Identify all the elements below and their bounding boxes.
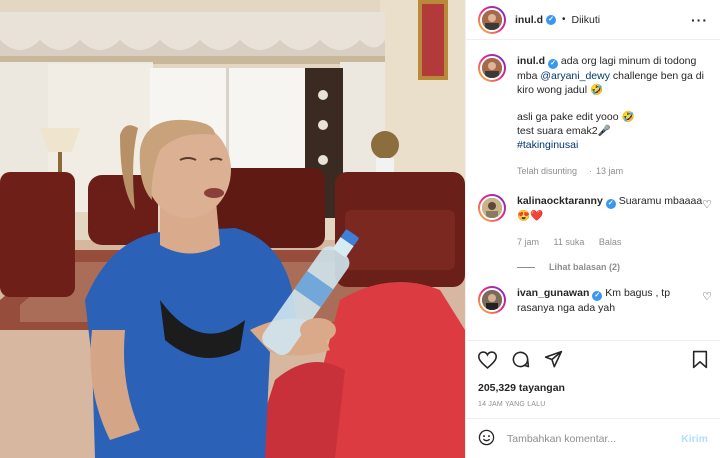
commenter-avatar[interactable] [478, 194, 506, 222]
comment-like-heart-icon[interactable]: ♡ [702, 290, 712, 303]
comment-item: ivan_gunawan ✓ Km bagus , tp rasanya nga … [466, 272, 720, 315]
caption-extra-line: test suara emak2🎤 [517, 125, 611, 137]
caption-username[interactable]: inul.d [517, 55, 545, 67]
post-comment-button[interactable]: Kirim [681, 433, 708, 445]
comment-item: kalinaocktaranny ✓ Suaramu mbaaaa 😍❤️ 7 j… [466, 178, 720, 272]
action-buttons-row [477, 349, 708, 373]
more-options-icon[interactable]: ··· [691, 13, 708, 27]
author-avatar[interactable] [478, 5, 506, 34]
caption: inul.d ✓ ada org lagi minum di todong mba… [466, 41, 720, 178]
post-actions: 205,329 tayangan 14 JAM YANG LALU [466, 340, 720, 408]
post-video-frame [0, 0, 465, 458]
reply-button[interactable]: Balas [599, 237, 622, 247]
commenter-username[interactable]: kalinaocktaranny [517, 195, 603, 207]
comments-scroll-area[interactable]: inul.d ✓ ada org lagi minum di todong mba… [466, 41, 720, 340]
caption-content: inul.d ✓ ada org lagi minum di todong mba… [517, 54, 708, 178]
comment-meta: 7 jam 11 suka Balas [517, 235, 708, 249]
views-count[interactable]: 205,329 tayangan [478, 382, 708, 394]
comment-likes[interactable]: 11 suka [554, 237, 585, 247]
caption-meta: Telah disunting · 13 jam [517, 166, 624, 176]
commenter-avatar[interactable] [478, 286, 506, 314]
verified-badge-icon: ✓ [546, 14, 556, 25]
author-username[interactable]: inul.d [515, 14, 543, 26]
add-comment-bar: Kirim [466, 418, 720, 458]
verified-badge-icon: ✓ [605, 199, 616, 209]
post-timestamp[interactable]: 14 JAM YANG LALU [478, 401, 708, 408]
comment-time[interactable]: 7 jam [517, 237, 539, 247]
verified-badge-icon: ✓ [592, 291, 603, 301]
bookmark-icon[interactable] [692, 350, 708, 372]
caption-author-avatar[interactable] [478, 54, 506, 82]
comment-icon[interactable] [511, 350, 530, 372]
caption-time[interactable]: 13 jam [596, 166, 623, 176]
comment-input[interactable] [507, 432, 682, 445]
follow-status-button[interactable]: Diikuti [572, 14, 601, 26]
emoji-icon[interactable] [478, 429, 495, 449]
post-side-panel: inul.d ✓ • Diikuti ··· inul.d ✓ ada org l… [465, 0, 720, 458]
caption-extra-line: asli ga pake edit yooo 🤣 [517, 111, 635, 123]
separator-dot: • [562, 14, 566, 25]
comment-content: kalinaocktaranny ✓ Suaramu mbaaaa 😍❤️ 7 j… [517, 194, 708, 249]
verified-badge-icon: ✓ [548, 59, 558, 69]
post-header: inul.d ✓ • Diikuti ··· [466, 0, 720, 40]
view-replies-label: Lihat balasan (2) [549, 262, 621, 272]
replies-divider-line [517, 266, 535, 268]
comment-like-heart-icon[interactable]: ♡ [702, 198, 712, 211]
commenter-username[interactable]: ivan_gunawan [517, 287, 589, 299]
share-icon[interactable] [544, 350, 563, 372]
post-media[interactable] [0, 0, 465, 458]
caption-mention-link[interactable]: @aryani_dewy [540, 70, 610, 82]
caption-hashtag-link[interactable]: #takinginusai [517, 138, 708, 152]
view-replies-button[interactable]: Lihat balasan (2) [517, 262, 720, 272]
edited-label: Telah disunting [517, 166, 578, 176]
comment-content: ivan_gunawan ✓ Km bagus , tp rasanya nga … [517, 286, 708, 315]
heart-icon[interactable] [477, 350, 498, 372]
